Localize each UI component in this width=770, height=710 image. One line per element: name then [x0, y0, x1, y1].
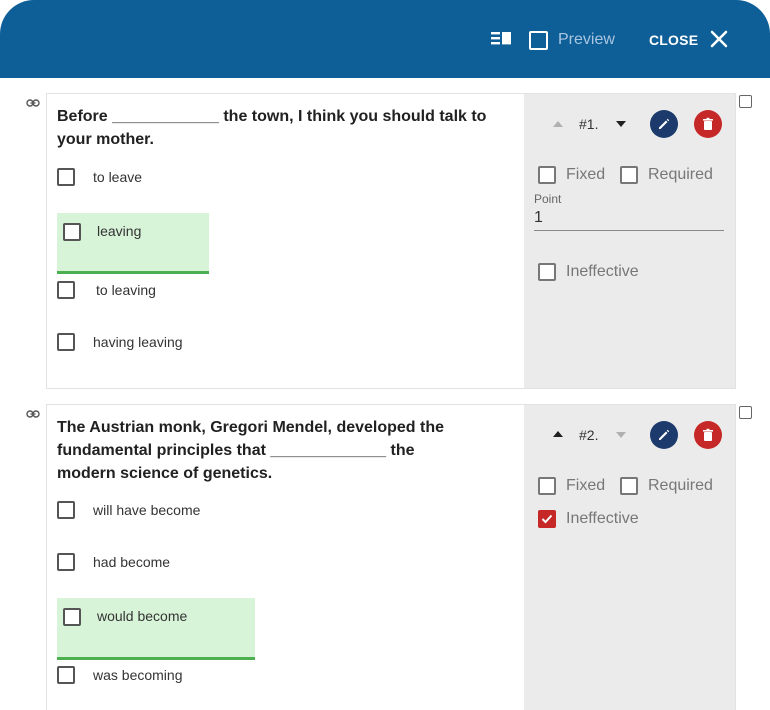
option-label: to leaving — [96, 282, 156, 298]
option-checkbox[interactable] — [57, 553, 75, 571]
answer-option[interactable]: to leave — [57, 168, 142, 186]
fixed-checkbox[interactable] — [538, 477, 556, 495]
ineffective-label: Ineffective — [566, 263, 639, 280]
pencil-icon — [659, 429, 670, 440]
ineffective-checkbox[interactable] — [538, 510, 556, 528]
option-checkbox[interactable] — [57, 168, 75, 186]
option-checkbox[interactable] — [57, 281, 75, 299]
ineffective-toggle[interactable]: Ineffective — [538, 510, 639, 528]
close-icon[interactable] — [710, 30, 728, 48]
question-number: #1. — [579, 116, 599, 132]
answer-option-correct[interactable]: would become — [57, 598, 255, 660]
required-toggle[interactable]: Required — [620, 477, 713, 495]
answer-option[interactable]: having leaving — [57, 333, 183, 351]
preview-toggle[interactable]: Preview — [529, 30, 615, 50]
trash-icon — [703, 117, 713, 130]
header-bar: Preview CLOSE — [0, 0, 770, 78]
edit-button[interactable] — [650, 421, 678, 449]
required-label: Required — [648, 166, 713, 183]
required-checkbox[interactable] — [620, 477, 638, 495]
link-icon[interactable] — [26, 98, 40, 108]
delete-button[interactable] — [694, 421, 722, 449]
option-checkbox[interactable] — [57, 666, 75, 684]
question-settings-panel: #2. Fixed Required Ineffective — [524, 405, 735, 710]
edit-button[interactable] — [650, 110, 678, 138]
option-label: was becoming — [93, 667, 183, 683]
fixed-toggle[interactable]: Fixed — [538, 477, 605, 495]
question-settings-panel: #1. Fixed Required Point 1 Ineffective — [524, 94, 735, 388]
option-label: had become — [93, 554, 171, 570]
question-text: Before ____________ the town, I think yo… — [57, 108, 487, 148]
move-down-icon[interactable] — [616, 121, 626, 127]
ineffective-checkbox[interactable] — [538, 263, 556, 281]
fixed-checkbox[interactable] — [538, 166, 556, 184]
move-down-icon[interactable] — [616, 432, 626, 438]
option-checkbox[interactable] — [63, 608, 81, 626]
required-toggle[interactable]: Required — [620, 166, 713, 184]
answer-option[interactable]: had become — [57, 553, 170, 571]
trash-icon — [703, 428, 713, 441]
preview-checkbox[interactable] — [529, 30, 548, 50]
question-text: The Austrian monk, Gregori Mendel, devel… — [57, 419, 445, 482]
question-card: The Austrian monk, Gregori Mendel, devel… — [46, 404, 736, 710]
option-checkbox[interactable] — [57, 501, 75, 519]
ineffective-label: Ineffective — [566, 510, 639, 527]
required-label: Required — [648, 477, 713, 494]
preview-label: Preview — [558, 31, 615, 48]
ineffective-toggle[interactable]: Ineffective — [538, 263, 639, 281]
option-checkbox[interactable] — [63, 223, 81, 241]
question-card: Before ____________ the town, I think yo… — [46, 93, 736, 389]
answer-option[interactable]: will have become — [57, 501, 200, 519]
option-label: having leaving — [93, 334, 183, 350]
option-checkbox[interactable] — [57, 333, 75, 351]
point-input[interactable] — [534, 207, 724, 231]
pencil-icon — [659, 118, 670, 129]
question-number: #2. — [579, 427, 599, 443]
move-up-icon[interactable] — [553, 431, 563, 437]
fixed-label: Fixed — [566, 166, 606, 183]
select-question-checkbox[interactable] — [739, 406, 752, 419]
option-label: will have become — [93, 502, 201, 518]
link-icon[interactable] — [26, 409, 40, 419]
delete-button[interactable] — [694, 110, 722, 138]
select-question-checkbox[interactable] — [739, 95, 752, 108]
option-label: would become — [97, 608, 188, 624]
move-up-icon[interactable] — [553, 121, 563, 127]
close-button[interactable]: CLOSE — [649, 32, 698, 48]
answer-option[interactable]: to leaving — [57, 281, 156, 299]
fixed-toggle[interactable]: Fixed — [538, 166, 605, 184]
question-editor-page: Preview CLOSE Before ____________ the to… — [0, 0, 770, 710]
list-view-icon[interactable] — [490, 30, 512, 48]
checkmark-icon — [541, 514, 553, 524]
answer-option[interactable]: was becoming — [57, 666, 183, 684]
point-label: Point — [534, 192, 562, 206]
option-label: to leave — [93, 169, 143, 185]
option-label: leaving — [97, 223, 142, 239]
answer-option-correct[interactable]: leaving — [57, 213, 209, 274]
fixed-label: Fixed — [566, 477, 606, 494]
required-checkbox[interactable] — [620, 166, 638, 184]
